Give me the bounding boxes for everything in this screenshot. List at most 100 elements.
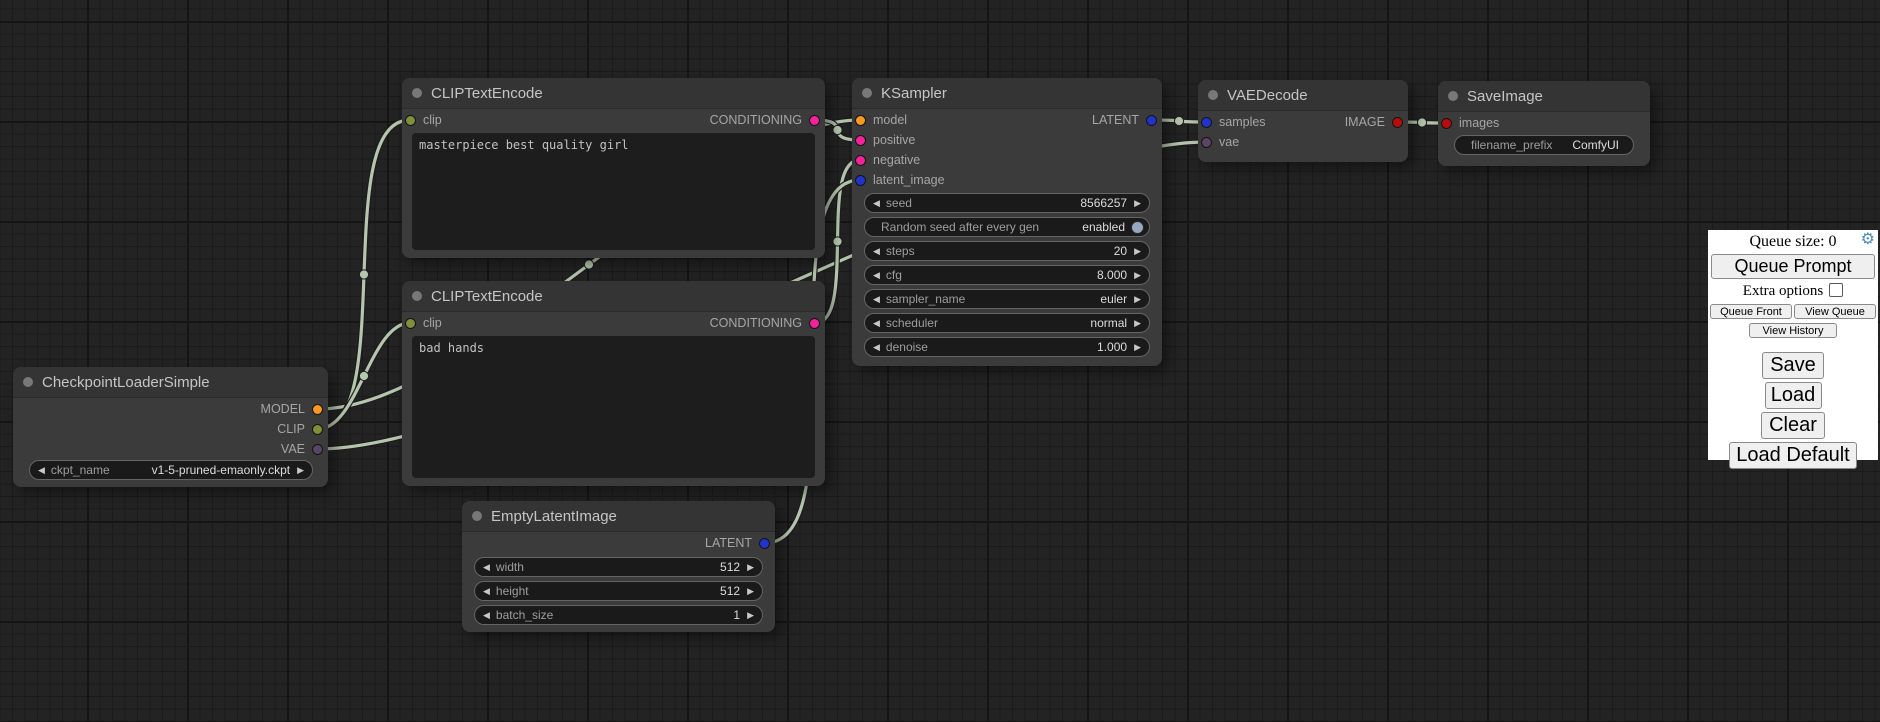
input-slot-negative[interactable] (855, 155, 866, 166)
queue-prompt-button[interactable]: Queue Prompt (1711, 254, 1875, 279)
output-slot-vae[interactable] (312, 444, 323, 455)
increment-arrow-icon[interactable]: ▶ (747, 611, 754, 620)
decrement-arrow-icon[interactable]: ◀ (483, 611, 490, 620)
output-slot-model[interactable] (312, 404, 323, 415)
extra-options-checkbox[interactable] (1829, 283, 1843, 297)
increment-arrow-icon[interactable]: ▶ (747, 587, 754, 596)
node-vae-decode[interactable]: VAEDecode samples IMAGE vae (1198, 80, 1408, 162)
settings-gear-icon[interactable]: ⚙ (1861, 232, 1875, 248)
collapse-dot-icon[interactable] (472, 511, 482, 521)
widget-value[interactable]: normal (1090, 316, 1127, 330)
output-slot-image[interactable] (1392, 117, 1403, 128)
decrement-arrow-icon[interactable]: ◀ (873, 343, 880, 352)
input-slot-images[interactable] (1441, 118, 1452, 129)
widget-sampler-name[interactable]: ◀ sampler_name euler ▶ (864, 289, 1150, 309)
node-title-bar[interactable]: EmptyLatentImage (462, 501, 775, 532)
widget-value[interactable]: 512 (720, 584, 740, 598)
increment-arrow-icon[interactable]: ▶ (297, 466, 304, 475)
collapse-dot-icon[interactable] (23, 377, 33, 387)
output-slot-clip[interactable] (312, 424, 323, 435)
node-title-bar[interactable]: SaveImage (1438, 81, 1650, 112)
widget-batch-size[interactable]: ◀ batch_size 1 ▶ (474, 605, 763, 625)
widget-value[interactable]: 20 (1114, 244, 1127, 258)
node-empty-latent-image[interactable]: EmptyLatentImage LATENT ◀ width 512 ▶ ◀ … (462, 501, 775, 632)
node-ksampler[interactable]: KSampler model LATENT positive negative … (852, 78, 1162, 366)
collapse-dot-icon[interactable] (1448, 91, 1458, 101)
decrement-arrow-icon[interactable]: ◀ (873, 199, 880, 208)
decrement-arrow-icon[interactable]: ◀ (873, 247, 880, 256)
node-checkpoint-loader-simple[interactable]: CheckpointLoaderSimple MODEL CLIP VAE ◀ … (13, 367, 328, 487)
load-default-button[interactable]: Load Default (1729, 442, 1857, 469)
output-slot-latent[interactable] (1146, 115, 1157, 126)
widget-height[interactable]: ◀ height 512 ▶ (474, 581, 763, 601)
node-clip-text-encode-negative[interactable]: CLIPTextEncode clip CONDITIONING bad han… (402, 281, 825, 486)
widget-label: seed (886, 196, 912, 210)
output-label: IMAGE (1345, 115, 1385, 129)
widget-value[interactable]: 8.000 (1097, 268, 1127, 282)
node-title-bar[interactable]: CheckpointLoaderSimple (13, 367, 328, 398)
widget-value[interactable]: 1 (733, 608, 740, 622)
node-graph-canvas[interactable]: CheckpointLoaderSimple MODEL CLIP VAE ◀ … (0, 0, 1880, 722)
queue-front-button[interactable]: Queue Front (1710, 304, 1792, 319)
decrement-arrow-icon[interactable]: ◀ (38, 466, 45, 475)
load-button[interactable]: Load (1765, 382, 1822, 409)
increment-arrow-icon[interactable]: ▶ (1134, 343, 1141, 352)
widget-value[interactable]: ComfyUI (1572, 138, 1619, 152)
decrement-arrow-icon[interactable]: ◀ (873, 271, 880, 280)
collapse-dot-icon[interactable] (862, 88, 872, 98)
decrement-arrow-icon[interactable]: ◀ (483, 587, 490, 596)
clear-button[interactable]: Clear (1761, 412, 1825, 439)
output-slot-conditioning[interactable] (809, 318, 820, 329)
output-slot-latent[interactable] (759, 538, 770, 549)
input-slot-latent-image[interactable] (855, 175, 866, 186)
widget-seed[interactable]: ◀ seed 8566257 ▶ (864, 193, 1150, 213)
widget-scheduler[interactable]: ◀ scheduler normal ▶ (864, 313, 1150, 333)
input-label: images (1459, 116, 1499, 130)
node-title-bar[interactable]: CLIPTextEncode (402, 281, 825, 312)
output-slot-conditioning[interactable] (809, 115, 820, 126)
widget-width[interactable]: ◀ width 512 ▶ (474, 557, 763, 577)
decrement-arrow-icon[interactable]: ◀ (873, 295, 880, 304)
widget-cfg[interactable]: ◀ cfg 8.000 ▶ (864, 265, 1150, 285)
node-title: KSampler (881, 85, 947, 102)
node-title-bar[interactable]: CLIPTextEncode (402, 78, 825, 109)
node-title: CLIPTextEncode (431, 288, 543, 305)
widget-random-seed-toggle[interactable]: Random seed after every gen enabled (864, 217, 1150, 237)
widget-value[interactable]: 512 (720, 560, 740, 574)
increment-arrow-icon[interactable]: ▶ (1134, 271, 1141, 280)
widget-value[interactable]: 1.000 (1097, 340, 1127, 354)
widget-value[interactable]: 8566257 (1080, 196, 1127, 210)
input-slot-vae[interactable] (1201, 137, 1212, 148)
widget-ckpt-name[interactable]: ◀ ckpt_name v1-5-pruned-emaonly.ckpt ▶ (29, 460, 313, 480)
view-history-button[interactable]: View History (1749, 323, 1837, 338)
prompt-text-area[interactable]: masterpiece best quality girl (412, 133, 815, 250)
save-button[interactable]: Save (1762, 352, 1824, 379)
widget-steps[interactable]: ◀ steps 20 ▶ (864, 241, 1150, 261)
increment-arrow-icon[interactable]: ▶ (1134, 199, 1141, 208)
increment-arrow-icon[interactable]: ▶ (747, 563, 754, 572)
view-queue-button[interactable]: View Queue (1794, 304, 1876, 319)
decrement-arrow-icon[interactable]: ◀ (483, 563, 490, 572)
increment-arrow-icon[interactable]: ▶ (1134, 295, 1141, 304)
output-label: CONDITIONING (710, 316, 802, 330)
node-save-image[interactable]: SaveImage images filename_prefix ComfyUI (1438, 81, 1650, 166)
decrement-arrow-icon[interactable]: ◀ (873, 319, 880, 328)
node-title-bar[interactable]: VAEDecode (1198, 80, 1408, 111)
widget-label: denoise (886, 340, 928, 354)
toggle-dot-icon[interactable] (1131, 221, 1144, 234)
widget-denoise[interactable]: ◀ denoise 1.000 ▶ (864, 337, 1150, 357)
collapse-dot-icon[interactable] (1208, 90, 1218, 100)
node-title-bar[interactable]: KSampler (852, 78, 1162, 109)
widget-filename-prefix[interactable]: filename_prefix ComfyUI (1454, 135, 1634, 155)
widget-value[interactable]: v1-5-pruned-emaonly.ckpt (152, 463, 291, 477)
prompt-text-area[interactable]: bad hands (412, 336, 815, 478)
input-slot-positive[interactable] (855, 135, 866, 146)
increment-arrow-icon[interactable]: ▶ (1134, 319, 1141, 328)
widget-value[interactable]: euler (1100, 292, 1127, 306)
collapse-dot-icon[interactable] (412, 291, 422, 301)
input-label: latent_image (873, 173, 945, 187)
widget-label: sampler_name (886, 292, 965, 306)
collapse-dot-icon[interactable] (412, 88, 422, 98)
increment-arrow-icon[interactable]: ▶ (1134, 247, 1141, 256)
node-clip-text-encode-positive[interactable]: CLIPTextEncode clip CONDITIONING masterp… (402, 78, 825, 258)
